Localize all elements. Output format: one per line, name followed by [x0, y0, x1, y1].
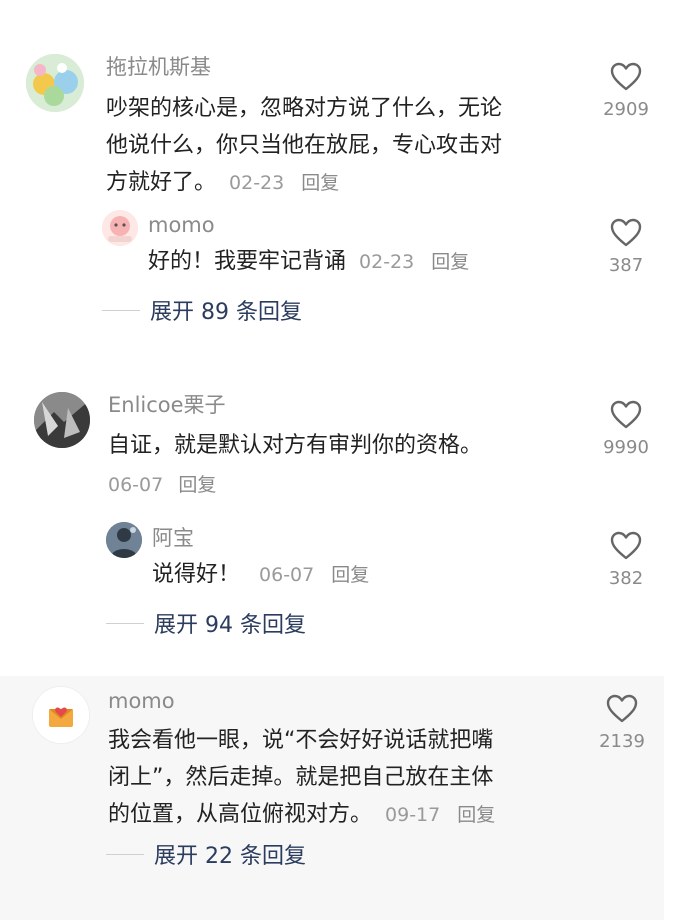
- comment-text-line: 闭上”，然后走掉。就是把自己放在主体: [108, 765, 494, 790]
- reply-button[interactable]: 回复: [301, 172, 339, 194]
- like-count: 2909: [603, 99, 649, 120]
- reply-button[interactable]: 回复: [431, 251, 469, 273]
- reply-author[interactable]: momo: [148, 211, 215, 239]
- heart-outline-icon: [606, 694, 638, 723]
- comment-date: 02-23: [229, 172, 285, 194]
- comment-text-line: 吵架的核心是，忽略对方说了什么，无论: [106, 96, 503, 121]
- comment-text-line: 方就好了。: [106, 170, 217, 195]
- like-count: 9990: [603, 437, 649, 458]
- reply-avatar[interactable]: [102, 210, 138, 246]
- comment-text-line: 他说什么，你只当他在放屁，专心攻击对: [106, 133, 503, 158]
- expand-replies-link[interactable]: 展开 89 条回复: [102, 294, 302, 326]
- like-count: 382: [608, 568, 644, 589]
- avatar[interactable]: [34, 392, 90, 448]
- like-count: 2139: [599, 731, 645, 752]
- reply-author[interactable]: 阿宝: [152, 524, 194, 552]
- like-button[interactable]: 2139: [592, 694, 652, 754]
- comment-text-line-last: 的位置，从高位俯视对方。 09-17 回复: [108, 796, 578, 834]
- divider: [106, 853, 144, 855]
- avatar[interactable]: [26, 54, 84, 112]
- reply-text: 说得好！: [152, 562, 241, 587]
- like-count: 387: [608, 255, 644, 276]
- reply-button[interactable]: 回复: [457, 804, 495, 826]
- expand-replies-label: 展开 89 条回复: [150, 300, 302, 325]
- like-button[interactable]: 9990: [596, 400, 656, 460]
- reply-button[interactable]: 回复: [178, 474, 216, 496]
- heart-outline-icon: [610, 400, 642, 429]
- like-button[interactable]: 387: [596, 218, 656, 278]
- comment-author[interactable]: momo: [108, 687, 175, 715]
- expand-replies-label: 展开 94 条回复: [154, 613, 306, 638]
- comment-text-line: 的位置，从高位俯视对方。: [108, 802, 373, 827]
- comment-author[interactable]: 拖拉机斯基: [106, 53, 211, 81]
- comment-text: 自证，就是默认对方有审判你的资格。: [108, 427, 578, 464]
- comment-text: 吵架的核心是，忽略对方说了什么，无论 他说什么，你只当他在放屁，专心攻击对 方就…: [106, 90, 576, 202]
- expand-replies-link[interactable]: 展开 94 条回复: [106, 607, 306, 639]
- like-button[interactable]: 2909: [596, 62, 656, 122]
- reply-text: 好的！我要牢记背诵: [148, 249, 347, 274]
- heart-outline-icon: [610, 218, 642, 247]
- comment-meta-row: 06-07 回复: [108, 470, 216, 497]
- divider: [106, 622, 144, 624]
- comment-text-line-last: 方就好了。 02-23 回复: [106, 164, 576, 202]
- expand-replies-label: 展开 22 条回复: [154, 844, 306, 869]
- reply-button[interactable]: 回复: [331, 564, 369, 586]
- reply-avatar[interactable]: [106, 522, 142, 558]
- comment-date: 06-07: [108, 474, 164, 496]
- reply-date: 06-07: [259, 564, 315, 586]
- divider: [102, 309, 140, 311]
- avatar[interactable]: [32, 686, 90, 744]
- reply-text-row: 好的！我要牢记背诵 02-23 回复: [148, 243, 469, 281]
- comment-text-line: 自证，就是默认对方有审判你的资格。: [108, 433, 483, 458]
- comment-author[interactable]: Enlicoe栗子: [108, 391, 226, 419]
- heart-outline-icon: [610, 62, 642, 91]
- reply-text-row: 说得好！ 06-07 回复: [152, 556, 369, 594]
- comment-date: 09-17: [385, 804, 441, 826]
- reply-date: 02-23: [359, 251, 415, 273]
- heart-outline-icon: [610, 531, 642, 560]
- comment-text-line: 我会看他一眼，说“不会好好说话就把嘴: [108, 728, 494, 753]
- like-button[interactable]: 382: [596, 531, 656, 591]
- comment-text: 我会看他一眼，说“不会好好说话就把嘴 闭上”，然后走掉。就是把自己放在主体 的位…: [108, 722, 578, 834]
- expand-replies-link[interactable]: 展开 22 条回复: [106, 838, 306, 870]
